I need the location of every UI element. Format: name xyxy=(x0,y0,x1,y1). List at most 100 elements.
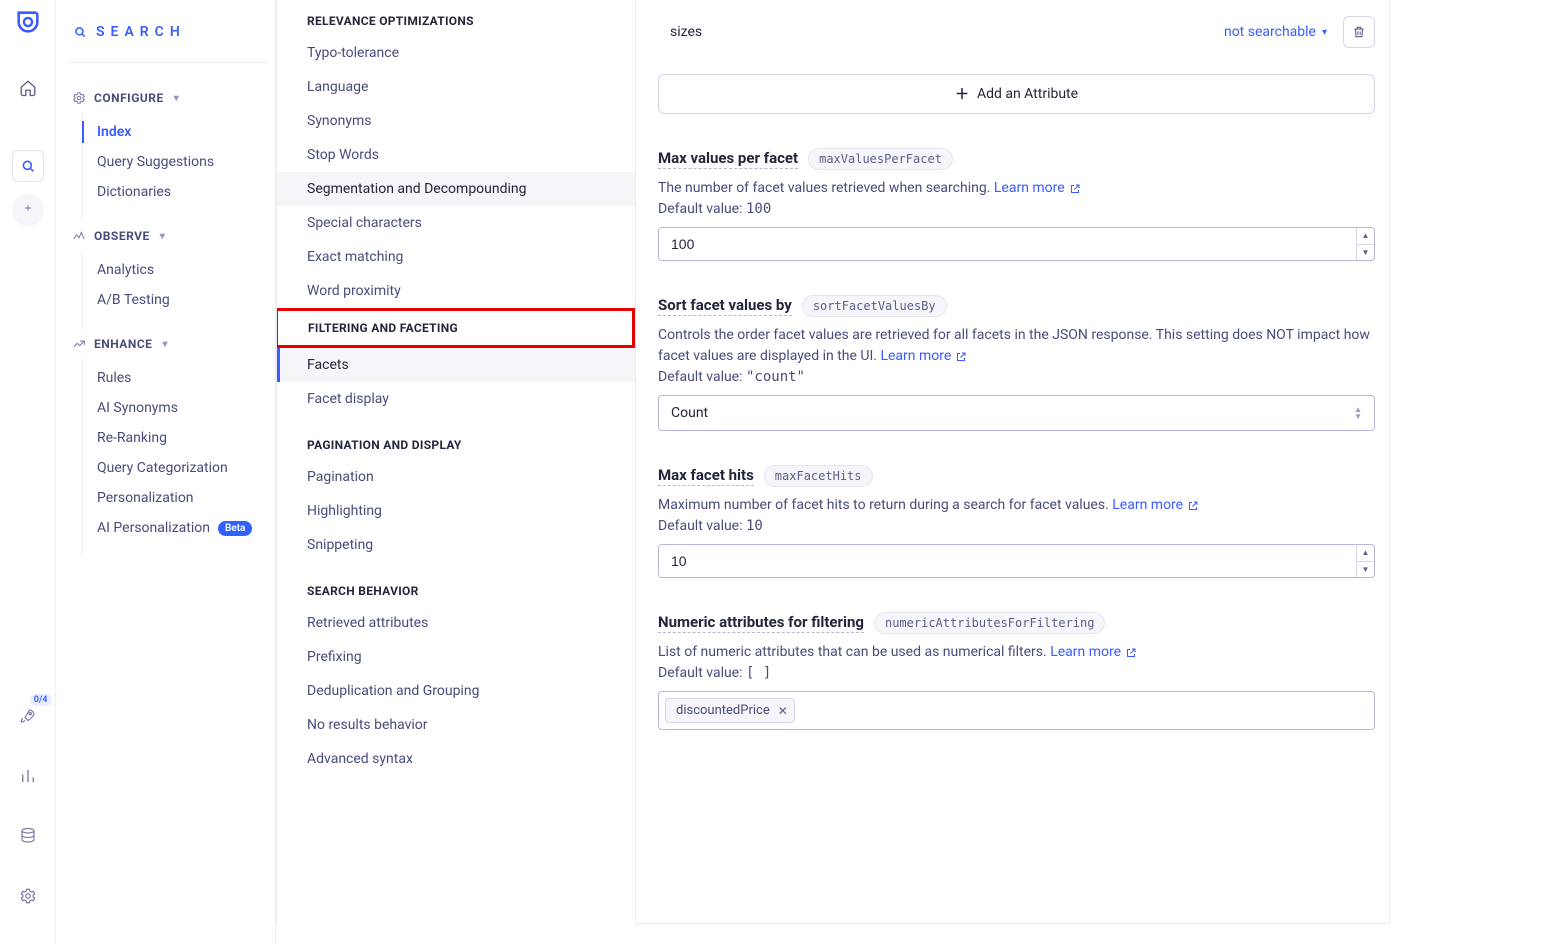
search-icon xyxy=(72,24,88,40)
set-item-special-characters[interactable]: Special characters xyxy=(277,206,635,240)
chevron-down-icon: ▾ xyxy=(160,231,166,242)
set-item-facets[interactable]: Facets xyxy=(277,348,635,382)
number-spinner: ▲ ▼ xyxy=(1356,545,1374,577)
database-icon[interactable] xyxy=(12,820,44,852)
number-input-wrap: ▲ ▼ xyxy=(658,227,1375,261)
default-value: Default value: "count" xyxy=(658,369,1375,385)
api-chip: numericAttributesForFiltering xyxy=(874,612,1106,634)
sparkle-icon[interactable] xyxy=(12,194,44,226)
sidebar-item-query-suggestions[interactable]: Query Suggestions xyxy=(83,147,269,177)
set-item-facet-display[interactable]: Facet display xyxy=(277,382,635,416)
attribute-row: sizes not searchable ▾ xyxy=(658,16,1375,60)
setting-desc: Maximum number of facet hits to return d… xyxy=(658,495,1375,516)
sidebar-item-ab-testing[interactable]: A/B Testing xyxy=(83,285,269,315)
set-item-prefixing[interactable]: Prefixing xyxy=(277,640,635,674)
set-item-language[interactable]: Language xyxy=(277,70,635,104)
add-attribute-button[interactable]: ＋ Add an Attribute xyxy=(658,74,1375,114)
settings-nav: RELEVANCE OPTIMIZATIONS Typo-tolerance L… xyxy=(276,0,636,924)
sort-facet-select[interactable]: Count ▲▼ xyxy=(658,395,1375,431)
set-item-highlighting[interactable]: Highlighting xyxy=(277,494,635,528)
remove-tag-icon[interactable]: ✕ xyxy=(778,704,788,718)
main-content: sizes not searchable ▾ ＋ Add an Attribut… xyxy=(636,0,1390,924)
right-gutter xyxy=(1390,0,1560,944)
set-item-word-proximity[interactable]: Word proximity xyxy=(277,274,635,308)
search-app-icon[interactable] xyxy=(12,150,44,182)
settings-section-header: PAGINATION AND DISPLAY xyxy=(277,416,635,460)
nav-group-enhance[interactable]: ENHANCE ▾ xyxy=(68,329,269,359)
sidebar-item-query-categorization[interactable]: Query Categorization xyxy=(83,453,269,483)
set-item-retrieved-attributes[interactable]: Retrieved attributes xyxy=(277,606,635,640)
learn-more-link[interactable]: Learn more xyxy=(1112,495,1199,516)
step-down-button[interactable]: ▼ xyxy=(1357,245,1374,261)
learn-more-link[interactable]: Learn more xyxy=(994,178,1081,199)
set-item-no-results[interactable]: No results behavior xyxy=(277,708,635,742)
set-item-dedup-grouping[interactable]: Deduplication and Grouping xyxy=(277,674,635,708)
setting-title: Max facet hits xyxy=(658,466,754,486)
set-item-segmentation[interactable]: Segmentation and Decompounding xyxy=(277,172,635,206)
learn-more-link[interactable]: Learn more xyxy=(880,346,967,367)
select-updown-icon: ▲▼ xyxy=(1354,406,1362,420)
numeric-attributes-input[interactable]: discountedPrice ✕ xyxy=(658,691,1375,730)
max-facet-hits-input[interactable] xyxy=(659,545,1356,577)
settings-section-header: RELEVANCE OPTIMIZATIONS xyxy=(277,0,635,36)
learn-more-link[interactable]: Learn more xyxy=(1050,642,1137,663)
set-item-exact-matching[interactable]: Exact matching xyxy=(277,240,635,274)
default-value: Default value: 100 xyxy=(658,201,1375,217)
sidebar-item-ai-synonyms[interactable]: AI Synonyms xyxy=(83,393,269,423)
sidebar-title-text: SEARCH xyxy=(96,24,186,40)
default-value: Default value: [ ] xyxy=(658,665,1375,681)
sidebar: SEARCH CONFIGURE ▾ Index Query Suggestio… xyxy=(56,0,276,944)
home-icon[interactable] xyxy=(12,72,44,104)
attribute-label: sizes xyxy=(658,24,702,40)
gear-icon[interactable] xyxy=(12,880,44,912)
step-down-button[interactable]: ▼ xyxy=(1357,562,1374,578)
sidebar-item-re-ranking[interactable]: Re-Ranking xyxy=(83,423,269,453)
api-chip: maxValuesPerFacet xyxy=(808,148,953,170)
step-up-button[interactable]: ▲ xyxy=(1357,545,1374,562)
settings-section-header-highlighted: FILTERING AND FACETING xyxy=(276,308,635,348)
set-item-synonyms[interactable]: Synonyms xyxy=(277,104,635,138)
rocket-icon[interactable]: 0/4 xyxy=(12,700,44,732)
default-value: Default value: 10 xyxy=(658,518,1375,534)
plus-icon: ＋ xyxy=(955,84,969,104)
tag-label: discountedPrice xyxy=(676,703,770,718)
chevron-down-icon: ▾ xyxy=(1322,27,1327,38)
nav-group-configure[interactable]: CONFIGURE ▾ xyxy=(68,83,269,113)
sidebar-item-ai-personalization[interactable]: AI Personalization Beta xyxy=(83,513,269,543)
icon-rail: 0/4 xyxy=(0,0,56,944)
set-item-pagination[interactable]: Pagination xyxy=(277,460,635,494)
algolia-logo[interactable] xyxy=(14,8,42,36)
setting-desc: List of numeric attributes that can be u… xyxy=(658,642,1375,663)
setting-title: Numeric attributes for filtering xyxy=(658,613,864,633)
number-input-wrap: ▲ ▼ xyxy=(658,544,1375,578)
api-chip: maxFacetHits xyxy=(764,465,873,487)
sidebar-item-personalization[interactable]: Personalization xyxy=(83,483,269,513)
sidebar-item-rules[interactable]: Rules xyxy=(83,363,269,393)
bar-chart-icon[interactable] xyxy=(12,760,44,792)
settings-section-header: SEARCH BEHAVIOR xyxy=(277,562,635,606)
setting-desc: Controls the order facet values are retr… xyxy=(658,325,1375,367)
setting-title: Sort facet values by xyxy=(658,296,792,316)
setting-desc: The number of facet values retrieved whe… xyxy=(658,178,1375,199)
delete-attribute-button[interactable] xyxy=(1343,16,1375,48)
setting-title: Max values per facet xyxy=(658,149,798,169)
number-spinner: ▲ ▼ xyxy=(1356,228,1374,260)
sidebar-item-analytics[interactable]: Analytics xyxy=(83,255,269,285)
api-chip: sortFacetValuesBy xyxy=(802,295,947,317)
set-item-stop-words[interactable]: Stop Words xyxy=(277,138,635,172)
set-item-typo-tolerance[interactable]: Typo-tolerance xyxy=(277,36,635,70)
nav-group-observe[interactable]: OBSERVE ▾ xyxy=(68,221,269,251)
step-up-button[interactable]: ▲ xyxy=(1357,228,1374,245)
chevron-down-icon: ▾ xyxy=(174,93,180,104)
set-item-advanced-syntax[interactable]: Advanced syntax xyxy=(277,742,635,776)
max-values-input[interactable] xyxy=(659,228,1356,260)
chevron-down-icon: ▾ xyxy=(162,339,168,350)
sidebar-item-index[interactable]: Index xyxy=(83,117,269,147)
sidebar-item-dictionaries[interactable]: Dictionaries xyxy=(83,177,269,207)
beta-badge: Beta xyxy=(218,521,252,536)
sidebar-title: SEARCH xyxy=(68,10,269,63)
tag: discountedPrice ✕ xyxy=(665,698,795,723)
rocket-badge: 0/4 xyxy=(30,694,52,706)
searchable-select[interactable]: not searchable ▾ xyxy=(1224,24,1327,40)
set-item-snippeting[interactable]: Snippeting xyxy=(277,528,635,562)
